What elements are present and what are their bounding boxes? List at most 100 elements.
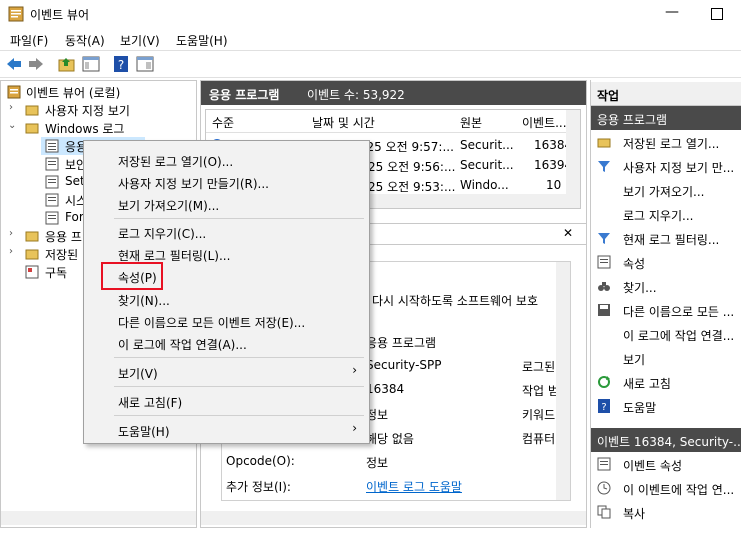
menu-item-label: 다른 이름으로 모든 이벤트 저장(E)... (118, 316, 306, 330)
detail-label: 키워드 (522, 408, 556, 422)
cell-datetime: 25 오전 9:56:... (368, 160, 456, 174)
show-action-pane-icon[interactable] (136, 56, 154, 72)
action-attach-task[interactable]: 이 로그에 작업 연결... (591, 322, 741, 346)
tree-item-label: 저장된 (45, 248, 79, 262)
horizontal-scrollbar[interactable] (1, 511, 196, 525)
app-section-header[interactable]: 응용 프로그램 (591, 106, 741, 130)
action-label: 복사 (623, 507, 646, 521)
maximize-button[interactable] (704, 2, 728, 24)
tree-item-subscriptions[interactable]: 구독 (1, 263, 91, 281)
subscription-icon (25, 265, 39, 279)
menu-view[interactable]: 보기(V) (120, 32, 160, 49)
column-header[interactable]: 수준 (212, 114, 234, 131)
title-bar: 이벤트 뷰어 — (0, 0, 741, 28)
vertical-scrollbar[interactable] (556, 262, 570, 500)
menu-separator (114, 415, 364, 416)
detail-label: 로그된 (522, 360, 556, 374)
chevron-right-icon[interactable]: › (9, 228, 19, 239)
log-icon (45, 211, 59, 225)
menu-item-view[interactable]: 보기(V) › (84, 361, 369, 383)
action-label: 이 이벤트에 작업 연... (623, 483, 735, 497)
column-header[interactable]: 원본 (460, 114, 482, 131)
tree-item-label: 사용자 지정 보기 (45, 104, 130, 118)
properties-icon (597, 255, 611, 269)
action-label: 새로 고침 (623, 377, 671, 391)
menu-help[interactable]: 도움말(H) (176, 32, 228, 49)
menu-item-open-saved-log[interactable]: 저장된 로그 열기(O)... (84, 149, 369, 171)
event-viewer-icon (7, 85, 21, 99)
close-icon[interactable]: ✕ (563, 226, 573, 240)
action-properties[interactable]: 속성 (591, 250, 741, 274)
cell-source: Securit... (460, 158, 514, 172)
menu-separator (114, 218, 364, 219)
action-save-all-events[interactable]: 다른 이름으로 모든 ... (591, 298, 741, 322)
action-refresh[interactable]: 새로 고침 (591, 370, 741, 394)
folder-icon (25, 231, 39, 242)
action-label: 사용자 지정 보기 만... (623, 161, 735, 175)
menu-file[interactable]: 파일(F) (10, 32, 48, 49)
tree-item-custom-views[interactable]: › 사용자 지정 보기 (1, 101, 196, 119)
action-clear-log[interactable]: 로그 지우기... (591, 202, 741, 226)
back-arrow-icon[interactable] (5, 56, 23, 72)
action-filter-log[interactable]: 현재 로그 필터링... (591, 226, 741, 250)
minimize-button[interactable]: — (660, 2, 684, 24)
up-folder-icon[interactable] (58, 56, 76, 72)
horizontal-scrollbar[interactable] (201, 511, 586, 525)
action-label: 찾기... (623, 281, 657, 295)
tree-item-root[interactable]: 이벤트 뷰어 (로컬) (1, 83, 196, 101)
help-icon[interactable]: ? (112, 56, 130, 72)
menu-item-save-all-events[interactable]: 다른 이름으로 모든 이벤트 저장(E)... (84, 310, 369, 332)
action-view[interactable]: 보기 (591, 346, 741, 370)
more-info-label: 추가 정보(I): (226, 480, 291, 494)
menu-item-import-view[interactable]: 보기 가져오기(M)... (84, 193, 369, 215)
chevron-down-icon[interactable]: ⌄ (8, 120, 18, 131)
log-icon (45, 139, 59, 153)
menu-item-create-custom-view[interactable]: 사용자 지정 보기 만들기(R)... (84, 171, 369, 193)
action-event-properties[interactable]: 이벤트 속성 (591, 452, 741, 476)
submenu-arrow-icon: › (352, 363, 357, 377)
vertical-scrollbar[interactable] (566, 110, 580, 194)
action-import-view[interactable]: 보기 가져오기... (591, 178, 741, 202)
column-header[interactable]: 날짜 및 시간 (312, 114, 375, 131)
menu-item-refresh[interactable]: 새로 고침(F) (84, 390, 369, 412)
action-label: 속성 (623, 257, 646, 271)
cell-source: Windo... (460, 178, 509, 192)
tree-item-saved-logs[interactable]: › 저장된 (1, 245, 91, 263)
action-label: 이 로그에 작업 연결... (623, 329, 735, 343)
action-find[interactable]: 찾기... (591, 274, 741, 298)
cell-datetime: 25 오전 9:53:... (368, 180, 456, 194)
action-label: 이벤트 속성 (623, 459, 683, 473)
show-hide-tree-icon[interactable] (82, 56, 100, 72)
menu-item-clear-log[interactable]: 로그 지우기(C)... (84, 221, 369, 243)
tree-item-windows-logs[interactable]: ⌄ Windows 로그 (1, 119, 196, 137)
action-attach-task-event[interactable]: 이 이벤트에 작업 연... (591, 476, 741, 500)
toolbar: ? (0, 50, 741, 78)
chevron-right-icon[interactable]: › (9, 246, 19, 257)
chevron-right-icon[interactable]: › (9, 102, 19, 113)
menu-separator (114, 357, 364, 358)
folder-open-icon (597, 138, 611, 148)
menu-action[interactable]: 동작(A) (65, 32, 105, 49)
tree-item-label: Windows 로그 (45, 122, 125, 136)
action-label: 도움말 (623, 401, 657, 415)
event-section-header[interactable]: 이벤트 16384, Security-... (591, 428, 741, 452)
menu-item-attach-task[interactable]: 이 로그에 작업 연결(A)... (84, 332, 369, 354)
event-log-help-link[interactable]: 이벤트 로그 도움말 (366, 478, 462, 495)
forward-arrow-icon[interactable] (27, 56, 45, 72)
menu-item-label: 로그 지우기(C)... (118, 227, 207, 241)
action-create-custom-view[interactable]: 사용자 지정 보기 만... (591, 154, 741, 178)
action-open-saved-log[interactable]: 저장된 로그 열기... (591, 130, 741, 154)
menu-item-find[interactable]: 찾기(N)... (84, 288, 369, 310)
tree-item-app-services[interactable]: › 응용 프 (1, 227, 91, 245)
event-viewer-icon (8, 6, 24, 22)
detail-label: 작업 범 (522, 384, 559, 398)
svg-text:?: ? (118, 58, 124, 72)
detail-value: Security-SPP (366, 358, 442, 372)
action-label: 현재 로그 필터링... (623, 233, 720, 247)
column-header[interactable]: 이벤트... (522, 114, 567, 131)
save-icon (598, 304, 610, 316)
action-copy[interactable]: 복사 (591, 500, 741, 524)
actions-header: 작업 (591, 82, 741, 106)
menu-item-help[interactable]: 도움말(H) › (84, 419, 369, 441)
action-help[interactable]: ? 도움말 (591, 394, 741, 418)
